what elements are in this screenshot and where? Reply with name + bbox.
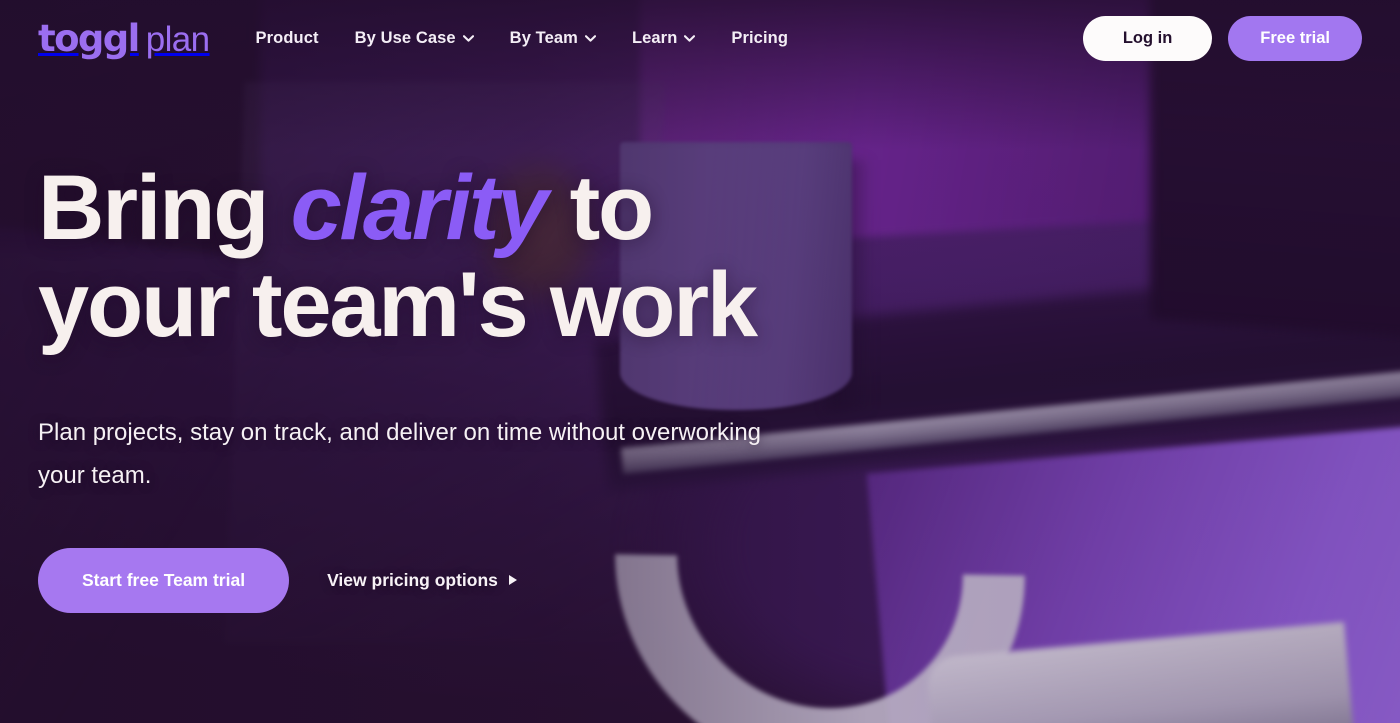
view-pricing-options-link[interactable]: View pricing options xyxy=(327,570,517,591)
free-trial-button[interactable]: Free trial xyxy=(1228,15,1362,61)
nav-item-learn[interactable]: Learn xyxy=(631,28,696,48)
logo-word-text: plan xyxy=(145,19,210,59)
nav-label: By Use Case xyxy=(354,28,456,47)
toggl-plan-logo[interactable]: toggl plan xyxy=(38,20,210,57)
nav-item-by-use-case[interactable]: By Use Case xyxy=(355,29,474,48)
triangle-right-icon xyxy=(508,575,517,586)
chevron-down-icon xyxy=(584,34,596,42)
site-header: toggl plan Product By Use Case By Team L xyxy=(0,0,1400,76)
start-free-team-trial-button[interactable]: Start free Team trial xyxy=(38,547,290,613)
nav-label: Pricing xyxy=(731,28,789,47)
headline-accent-word: clarity xyxy=(290,157,549,259)
chevron-down-icon xyxy=(684,34,696,42)
nav-label: Learn xyxy=(631,28,678,47)
hero-headline: Bring clarity to your team's work xyxy=(38,157,858,354)
view-pricing-options-label: View pricing options xyxy=(327,569,498,590)
logo-mark-text: toggl xyxy=(38,16,140,60)
hero-subheadline: Plan projects, stay on track, and delive… xyxy=(38,419,762,489)
main-navigation: Product By Use Case By Team Learn Pricin… xyxy=(256,29,788,48)
hero-section: Bring clarity to your team's work Plan p… xyxy=(38,157,858,613)
chevron-down-icon xyxy=(462,34,474,42)
headline-part-1: Bring xyxy=(38,157,291,259)
login-button[interactable]: Log in xyxy=(1082,15,1213,61)
landing-page: toggl plan Product By Use Case By Team L xyxy=(0,0,1400,723)
nav-label: Product xyxy=(255,28,319,47)
header-actions: Log in Free trial xyxy=(1082,15,1362,61)
nav-item-pricing[interactable]: Pricing xyxy=(731,29,788,48)
nav-item-product[interactable]: Product xyxy=(256,29,319,48)
nav-item-by-team[interactable]: By Team xyxy=(510,29,596,48)
nav-label: By Team xyxy=(509,28,578,47)
hero-cta-row: Start free Team trial View pricing optio… xyxy=(38,547,858,613)
